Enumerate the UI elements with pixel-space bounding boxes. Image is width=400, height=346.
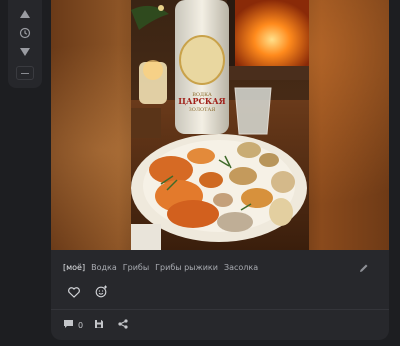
bottle-label-bottom: ЗОЛОТАЯ (189, 107, 216, 113)
clock-icon[interactable] (8, 23, 42, 43)
smile-plus-icon (95, 283, 108, 302)
comments-count: 0 (78, 320, 84, 330)
post-image[interactable]: ВОДКА ЦАРСКАЯ ЗОЛОТАЯ (51, 0, 389, 250)
minus-icon[interactable] (16, 66, 34, 80)
comment-icon (63, 319, 74, 331)
tag-item[interactable]: Грибы рыжики (155, 262, 218, 274)
tag-item[interactable]: Водка (91, 262, 117, 274)
share-icon (118, 319, 128, 331)
post-card: ВОДКА ЦАРСКАЯ ЗОЛОТАЯ [моё] Водка Грибы … (51, 0, 389, 340)
tag-item[interactable]: Засолка (224, 262, 258, 274)
heart-icon (68, 283, 80, 302)
save-icon (94, 319, 104, 331)
arrow-down-icon[interactable] (8, 42, 42, 62)
card-divider (51, 309, 389, 310)
comments-button[interactable]: 0 (63, 318, 83, 332)
save-button[interactable] (94, 318, 104, 332)
arrow-up-icon[interactable] (8, 4, 42, 24)
left-rail (8, 0, 42, 88)
bottle-label-main: ЦАРСКАЯ (178, 96, 225, 106)
tag-item[interactable]: Грибы (123, 262, 149, 274)
pencil-icon[interactable] (357, 261, 371, 275)
add-reaction-button[interactable] (91, 282, 111, 302)
share-button[interactable] (118, 318, 128, 332)
post-photo: ВОДКА ЦАРСКАЯ ЗОЛОТАЯ (131, 0, 309, 250)
tag-list: [моё] Водка Грибы Грибы рыжики Засолка (63, 262, 258, 274)
like-button[interactable] (64, 282, 84, 302)
tag-own[interactable]: [моё] (63, 262, 85, 274)
